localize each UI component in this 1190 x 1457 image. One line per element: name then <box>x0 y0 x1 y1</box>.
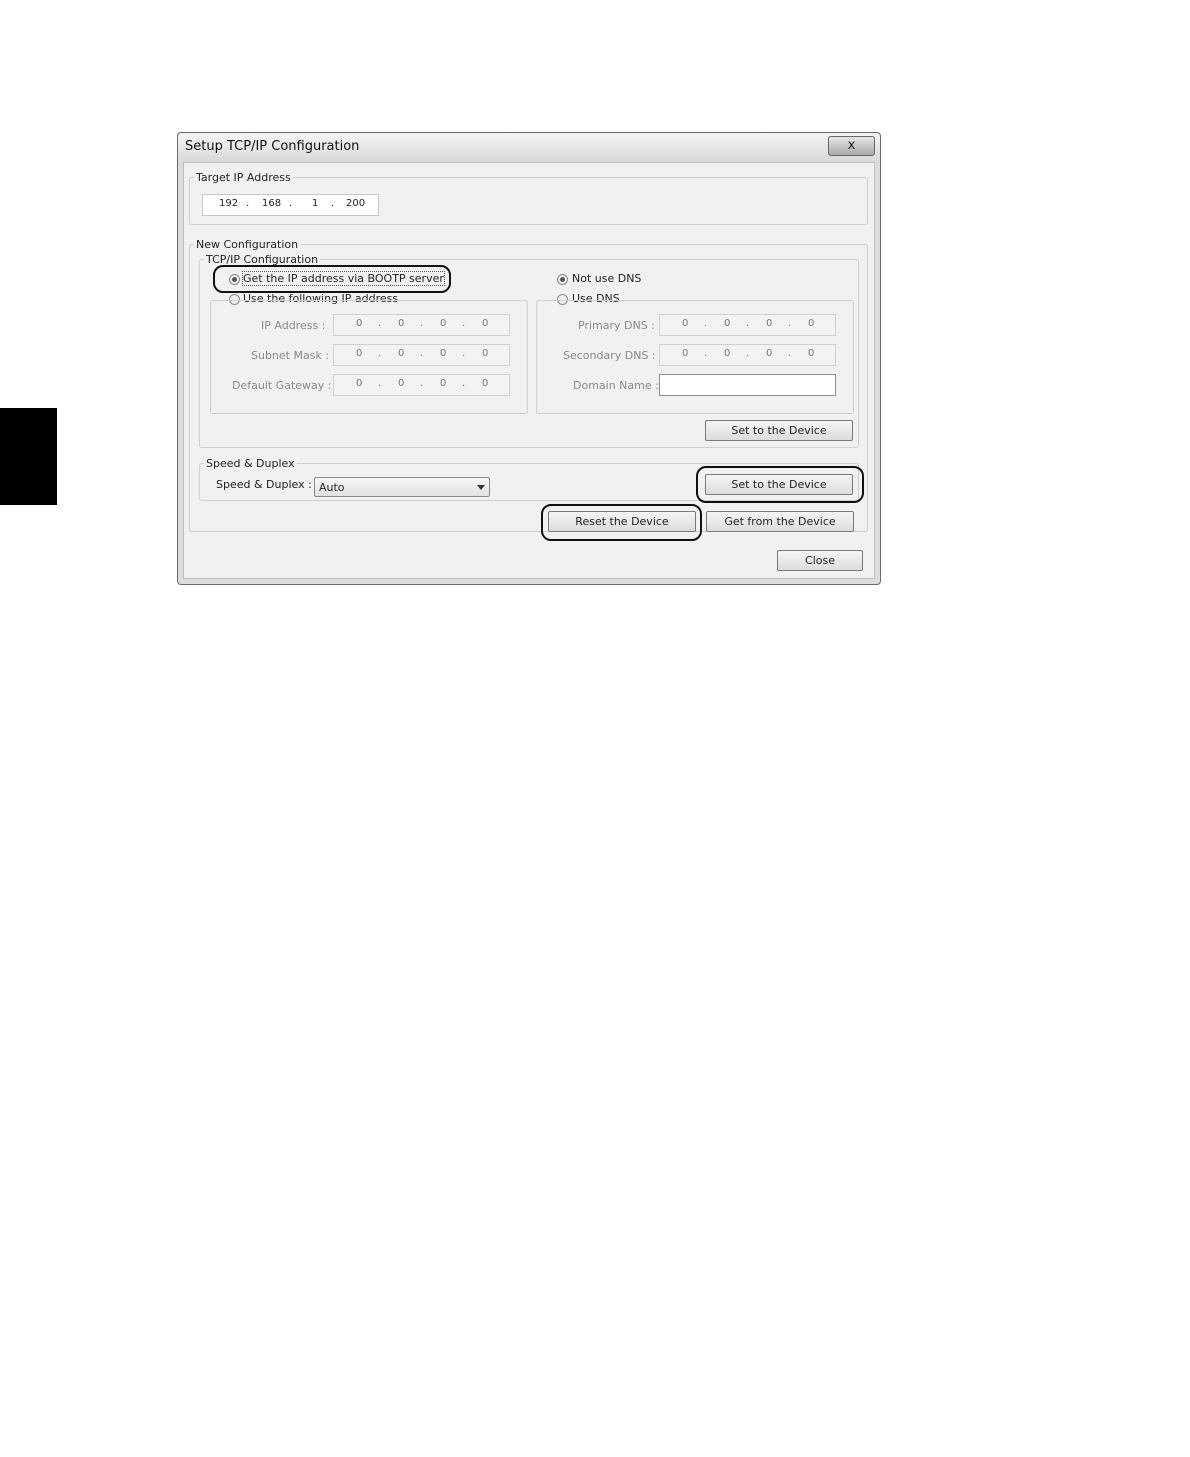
octet-separator: . <box>788 318 792 329</box>
octet-separator: . <box>704 348 708 359</box>
get-from-device-button[interactable]: Get from the Device <box>706 511 854 532</box>
ip-address-label: IP Address : <box>261 319 326 332</box>
octet-4: 200 <box>346 198 366 209</box>
octet-4: 0 <box>808 318 815 329</box>
domain-name-label: Domain Name : <box>573 379 659 392</box>
primary-dns-input[interactable]: 0 . 0 . 0 . 0 <box>659 314 836 336</box>
octet-separator: . <box>420 378 424 389</box>
set-tcpip-to-device-button[interactable]: Set to the Device <box>705 420 853 441</box>
octet-separator: . <box>704 318 708 329</box>
ip-address-input[interactable]: 0 . 0 . 0 . 0 <box>333 314 510 336</box>
octet-4: 0 <box>482 318 489 329</box>
window-close-button[interactable]: x <box>828 136 875 156</box>
primary-dns-label: Primary DNS : <box>578 319 655 332</box>
octet-separator: . <box>420 318 424 329</box>
octet-1: 0 <box>356 318 363 329</box>
octet-separator: . <box>378 348 382 359</box>
not-use-dns-label[interactable]: Not use DNS <box>572 272 641 285</box>
octet-separator: . <box>788 348 792 359</box>
octet-3: 1 <box>312 198 319 209</box>
target-ip-group-label: Target IP Address <box>196 171 291 184</box>
octet-1: 0 <box>356 348 363 359</box>
page-side-tab <box>0 408 57 505</box>
not-use-dns-radio[interactable] <box>557 274 568 285</box>
dialog-body: Target IP Address 192 . 168 . 1 . 200 Ne… <box>183 162 875 579</box>
octet-2: 0 <box>724 348 731 359</box>
domain-name-input[interactable] <box>659 374 836 396</box>
default-gateway-label: Default Gateway : <box>232 379 332 392</box>
octet-3: 0 <box>440 378 447 389</box>
octet-separator: . <box>289 198 293 209</box>
speed-duplex-value: Auto <box>319 481 345 494</box>
octet-4: 0 <box>482 348 489 359</box>
octet-separator: . <box>246 198 250 209</box>
subnet-mask-input[interactable]: 0 . 0 . 0 . 0 <box>333 344 510 366</box>
window-title: Setup TCP/IP Configuration <box>185 139 360 154</box>
octet-2: 168 <box>262 198 282 209</box>
octet-1: 0 <box>356 378 363 389</box>
octet-3: 0 <box>440 318 447 329</box>
dropdown-arrow-icon <box>477 485 485 490</box>
secondary-dns-label: Secondary DNS : <box>563 349 656 362</box>
octet-separator: . <box>462 318 466 329</box>
speed-duplex-group-label: Speed & Duplex <box>206 457 295 470</box>
close-button[interactable]: Close <box>777 550 863 571</box>
octet-separator: . <box>746 318 750 329</box>
speed-duplex-select[interactable]: Auto <box>314 477 490 497</box>
octet-3: 0 <box>766 318 773 329</box>
highlight-set-speed-callout <box>696 466 864 503</box>
title-bar: Setup TCP/IP Configuration x <box>178 133 880 161</box>
octet-separator: . <box>420 348 424 359</box>
octet-separator: . <box>462 348 466 359</box>
octet-separator: . <box>378 378 382 389</box>
secondary-dns-input[interactable]: 0 . 0 . 0 . 0 <box>659 344 836 366</box>
highlight-reset-callout <box>541 504 702 541</box>
octet-1: 0 <box>682 318 689 329</box>
octet-4: 0 <box>808 348 815 359</box>
octet-3: 0 <box>766 348 773 359</box>
octet-1: 0 <box>682 348 689 359</box>
octet-separator: . <box>746 348 750 359</box>
target-ip-input[interactable]: 192 . 168 . 1 . 200 <box>202 194 379 216</box>
octet-2: 0 <box>398 348 405 359</box>
octet-2: 0 <box>398 378 405 389</box>
subnet-mask-label: Subnet Mask : <box>251 349 330 362</box>
octet-separator: . <box>331 198 335 209</box>
octet-4: 0 <box>482 378 489 389</box>
highlight-bootp-callout <box>213 265 451 293</box>
octet-3: 0 <box>440 348 447 359</box>
new-config-group-label: New Configuration <box>196 238 299 251</box>
octet-separator: . <box>378 318 382 329</box>
octet-2: 0 <box>398 318 405 329</box>
octet-separator: . <box>462 378 466 389</box>
octet-1: 192 <box>219 198 239 209</box>
tcpip-config-dialog: Setup TCP/IP Configuration x Target IP A… <box>177 132 881 585</box>
octet-2: 0 <box>724 318 731 329</box>
default-gateway-input[interactable]: 0 . 0 . 0 . 0 <box>333 374 510 396</box>
speed-duplex-label: Speed & Duplex : <box>216 478 312 491</box>
